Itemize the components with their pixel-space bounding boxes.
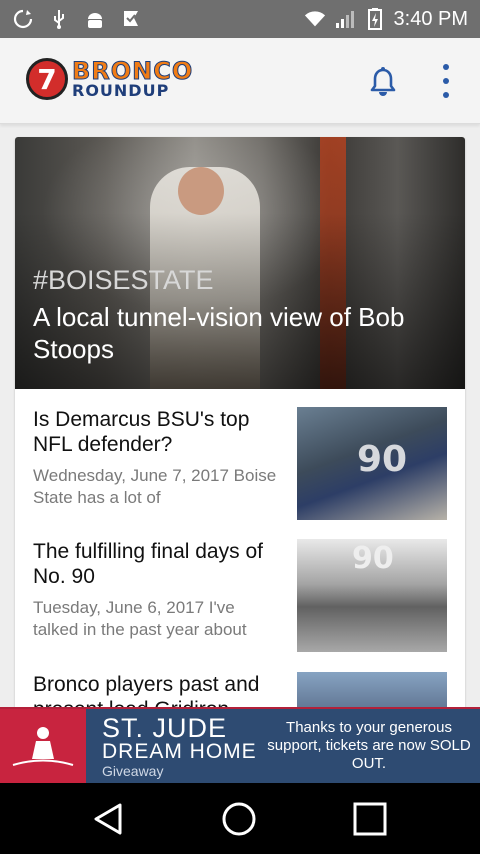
feed-card: #BOISESTATE A local tunnel-vision view o… (15, 137, 465, 737)
article-thumbnail[interactable]: 90 (297, 407, 447, 520)
check-flag-icon (120, 8, 142, 30)
app-bar: 7 BRONCO ROUNDUP (0, 38, 480, 124)
featured-title[interactable]: A local tunnel-vision view of Bob Stoops (33, 301, 453, 365)
ad-banner[interactable]: ST. JUDE DREAM HOME Giveaway Thanks to y… (0, 707, 480, 783)
ad-message: Thanks to your generous support, tickets… (267, 719, 471, 772)
st-jude-logo-icon (0, 709, 86, 783)
sync-icon (12, 8, 34, 30)
bell-icon[interactable] (368, 66, 398, 98)
signal-icon (334, 8, 356, 30)
battery-icon (364, 8, 386, 30)
more-vert-icon[interactable] (436, 64, 456, 98)
home-icon[interactable] (221, 801, 257, 837)
logo-badge: 7 (26, 58, 68, 100)
featured-tag[interactable]: #BOISESTATE (33, 265, 214, 296)
app-logo[interactable]: 7 BRONCO ROUNDUP (26, 58, 193, 100)
status-time: 3:40 PM (393, 7, 468, 30)
list-item[interactable]: Is Demarcus BSU's top NFL defender? Wedn… (33, 407, 447, 523)
article-title[interactable]: The fulfilling final days of No. 90 (33, 539, 283, 589)
status-bar: 3:40 PM (0, 0, 480, 38)
list-item[interactable]: The fulfilling final days of No. 90 Tues… (33, 539, 447, 655)
article-snippet: Wednesday, June 7, 2017 Boise State has … (33, 466, 277, 507)
back-icon[interactable] (90, 801, 126, 837)
usb-icon (48, 8, 70, 30)
wifi-icon (304, 8, 326, 30)
featured-story[interactable]: #BOISESTATE A local tunnel-vision view o… (15, 137, 465, 389)
article-thumbnail[interactable]: 90 (297, 539, 447, 652)
article-snippet: Tuesday, June 6, 2017 I've talked in the… (33, 598, 247, 639)
ad-tagline: Giveaway (102, 763, 164, 779)
article-title[interactable]: Is Demarcus BSU's top NFL defender? (33, 407, 283, 457)
logo-line1: BRONCO (71, 57, 194, 85)
logo-line2: ROUNDUP (72, 81, 170, 100)
nav-bar (0, 783, 480, 854)
ad-subbrand: DREAM HOME (102, 740, 257, 763)
android-debug-icon (84, 8, 106, 30)
ad-brand: ST. JUDE (102, 713, 228, 743)
recents-icon[interactable] (352, 801, 388, 837)
